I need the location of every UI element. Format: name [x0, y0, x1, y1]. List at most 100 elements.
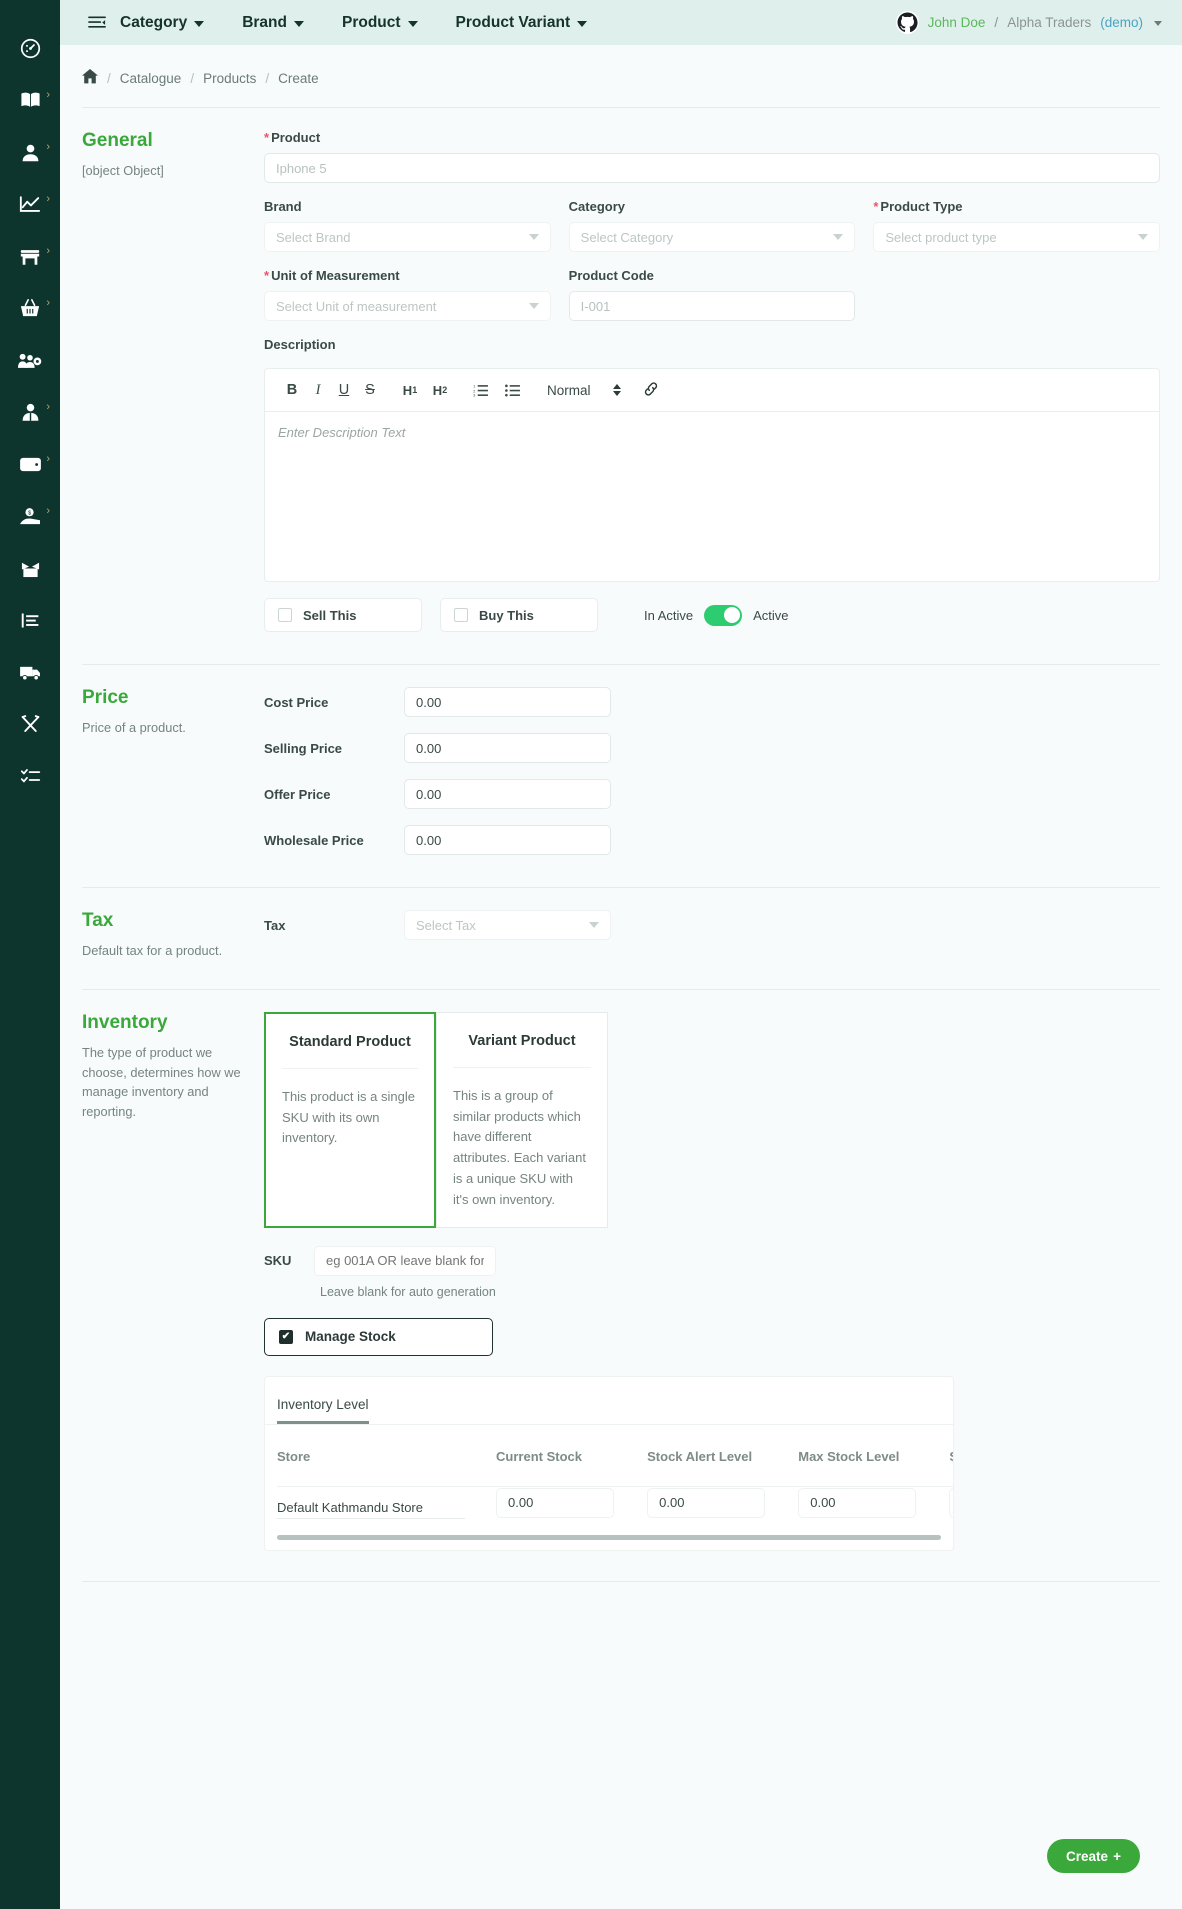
category-label: Category	[569, 199, 856, 214]
underline-button[interactable]: U	[331, 369, 357, 412]
wholesale-price-label: Wholesale Price	[264, 832, 364, 848]
inventory-section-title: Inventory	[82, 1011, 168, 1033]
sidebar-item-statements[interactable]	[0, 594, 60, 646]
tax-section-info: Tax Default tax for a product.	[82, 910, 264, 961]
user-icon	[20, 142, 41, 163]
truck-icon	[19, 664, 42, 681]
card-divider	[282, 1067, 418, 1069]
inventory-level-tab[interactable]: Inventory Level	[277, 1377, 369, 1424]
sell-this-checkbox[interactable]: Sell This	[264, 598, 422, 632]
sidebar-item-tasks[interactable]	[0, 750, 60, 802]
sku-row: SKU	[264, 1245, 1160, 1276]
variant-product-card[interactable]: Variant Product This is a group of simil…	[436, 1011, 608, 1228]
horizontal-scrollbar[interactable]	[277, 1534, 941, 1540]
sidebar-item-stores[interactable]: ›	[0, 230, 60, 282]
buy-this-checkbox[interactable]: Buy This	[440, 598, 598, 632]
brand-select[interactable]: Select Brand	[264, 222, 551, 252]
category-select-value: Select Category	[580, 229, 674, 245]
sku-input[interactable]	[314, 1245, 496, 1276]
heading-2-button[interactable]: H2	[427, 369, 453, 412]
product-code-label: Product Code	[569, 268, 856, 283]
sidebar-item-contacts[interactable]: ›	[0, 126, 60, 178]
bullet-list-icon[interactable]	[499, 369, 525, 412]
description-label: Description	[264, 337, 336, 352]
chevron-right-icon: ›	[46, 193, 50, 205]
breadcrumb-item-catalogue[interactable]: Catalogue	[120, 71, 182, 86]
line-chart-icon	[19, 195, 41, 214]
sidebar-item-expenses[interactable]: $ ›	[0, 490, 60, 542]
open-book-icon	[19, 90, 42, 110]
create-button[interactable]: Create +	[1047, 1839, 1140, 1873]
page-content: / Catalogue / Products / Create General …	[60, 45, 1182, 1909]
inventory-level-table: Store Current Stock Stock Alert Level Ma…	[277, 1425, 953, 1531]
offer-price-input[interactable]	[404, 779, 611, 809]
sidebar-item-payments[interactable]: ›	[0, 438, 60, 490]
link-icon[interactable]	[643, 381, 659, 399]
column-stock-alert-level: Stock Alert Level	[647, 1448, 753, 1464]
sidebar-item-logistics[interactable]	[0, 646, 60, 698]
sidebar-item-employees[interactable]: ›	[0, 386, 60, 438]
chevron-right-icon: ›	[46, 89, 50, 101]
ordered-list-icon[interactable]: 123	[467, 369, 493, 412]
manage-stock-label: Manage Stock	[305, 1329, 396, 1345]
current-stock-input[interactable]: 0.00	[496, 1487, 615, 1518]
wholesale-price-row: Wholesale Price	[264, 825, 1160, 855]
category-select[interactable]: Select Category	[568, 222, 856, 252]
active-toggle[interactable]	[704, 604, 743, 626]
format-select-value[interactable]: Normal	[547, 383, 591, 398]
cost-price-label: Cost Price	[264, 694, 329, 710]
category-label-text: Category	[568, 199, 626, 214]
bold-button[interactable]: B	[279, 369, 305, 412]
selling-price-row: Selling Price	[264, 733, 1160, 763]
tax-select[interactable]: Select Tax	[404, 910, 611, 940]
nav-item-product-variant[interactable]: Product Variant	[456, 14, 588, 32]
sidebar-item-dashboard[interactable]	[0, 22, 60, 74]
sidebar-item-catalogue[interactable]: ›	[0, 74, 60, 126]
selling-price-input[interactable]	[404, 733, 611, 763]
open-box-icon	[19, 559, 42, 578]
sidebar-item-inventory[interactable]	[0, 542, 60, 594]
product-input[interactable]	[264, 153, 1160, 183]
italic-button[interactable]: I	[305, 369, 331, 412]
section-tax: Tax Default tax for a product. Tax Selec…	[60, 888, 1182, 961]
stock-alert-level-input[interactable]: 0.00	[647, 1487, 766, 1518]
user-name: John Doe	[927, 15, 986, 30]
manage-stock-checkbox-box[interactable]: ✔	[279, 1329, 293, 1344]
stock-status-select[interactable]: Out C	[949, 1487, 953, 1518]
product-type-select[interactable]: Select product type	[873, 222, 1161, 252]
heading-1-button[interactable]: H1	[397, 369, 423, 412]
sidebar: › › › › › › › $ ›	[0, 0, 60, 1909]
footer-divider	[82, 1580, 1160, 1582]
breadcrumb-item-products[interactable]: Products	[203, 71, 256, 86]
manage-stock-checkbox[interactable]: ✔ Manage Stock	[264, 1317, 493, 1356]
format-stepper-icon[interactable]	[612, 384, 621, 396]
wholesale-price-input[interactable]	[404, 825, 611, 855]
price-section-info: Price Price of a product.	[82, 687, 264, 871]
nav-item-brand[interactable]: Brand	[242, 14, 304, 32]
nav-item-category-label: Category	[120, 13, 188, 31]
tax-section-title: Tax	[82, 910, 114, 931]
hamburger-icon[interactable]	[74, 15, 120, 31]
product-code-input[interactable]	[568, 291, 856, 321]
sidebar-item-reports[interactable]: ›	[0, 178, 60, 230]
chevron-down-icon	[528, 303, 539, 309]
sidebar-item-sales[interactable]: ›	[0, 282, 60, 334]
product-type-cards: Standard Product This product is a singl…	[264, 1011, 1160, 1228]
max-stock-level-input[interactable]: 0.00	[798, 1487, 917, 1518]
column-max-stock-level: Max Stock Level	[798, 1448, 900, 1464]
buy-this-checkbox-box[interactable]	[454, 608, 468, 622]
cost-price-input[interactable]	[404, 687, 611, 717]
sell-this-checkbox-box[interactable]	[278, 608, 292, 622]
home-icon[interactable]	[82, 69, 98, 87]
nav-item-product[interactable]: Product	[342, 14, 418, 32]
section-inventory: Inventory The type of product we choose,…	[60, 990, 1182, 1551]
product-type-label: * Product Type	[873, 199, 1160, 214]
nav-item-category[interactable]: Category	[120, 13, 205, 32]
sidebar-item-crm[interactable]	[0, 334, 60, 386]
sidebar-item-settings[interactable]	[0, 698, 60, 750]
unit-of-measurement-select[interactable]: Select Unit of measurement	[264, 291, 551, 321]
strikethrough-button[interactable]: S	[357, 369, 383, 412]
description-textarea[interactable]: Enter Description Text	[265, 412, 1159, 581]
user-menu[interactable]: John Doe / Alpha Traders (demo)	[895, 0, 1162, 45]
standard-product-card[interactable]: Standard Product This product is a singl…	[264, 1011, 436, 1228]
